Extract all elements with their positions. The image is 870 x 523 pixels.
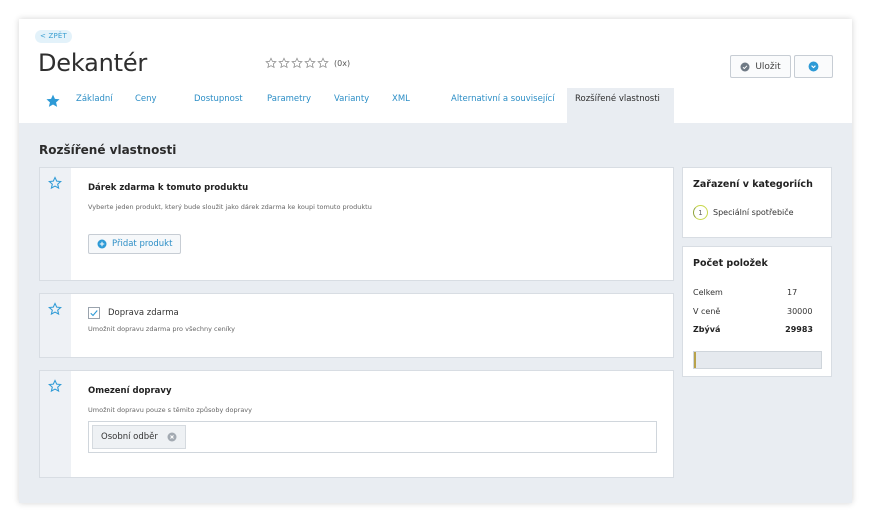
tab-ceny[interactable]: Ceny — [135, 88, 157, 123]
save-button-label: Uložit — [755, 61, 781, 72]
app-window: < ZPĚT Dekantér (0x) Uložit Základní Cen… — [19, 19, 852, 503]
stat-value: 29983 — [785, 325, 813, 334]
tab-xml[interactable]: XML — [392, 88, 410, 123]
rating-count: (0x) — [334, 58, 351, 68]
content-area: Rozšířené vlastnosti Dárek zdarma k tomu… — [19, 123, 852, 503]
remove-chip-icon[interactable] — [167, 432, 177, 442]
free-shipping-row: Doprava zdarma — [88, 307, 179, 319]
star-outline-icon[interactable] — [304, 57, 316, 69]
stat-label: Zbývá — [693, 325, 721, 334]
chip-label: Osobní odběr — [101, 432, 158, 442]
page-header: < ZPĚT Dekantér (0x) Uložit Základní Cen… — [19, 19, 852, 123]
tab-zakladni[interactable]: Základní — [76, 88, 113, 123]
item-count-title: Počet položek — [693, 258, 768, 269]
category-item[interactable]: 1 Speciální spotřebiče — [693, 205, 794, 220]
stat-value: 30000 — [787, 307, 813, 316]
free-shipping-description: Umožnit dopravu zdarma pro všechny ceník… — [88, 325, 235, 333]
tab-alternativni[interactable]: Alternativní a související — [451, 88, 555, 123]
star-outline-icon[interactable] — [48, 302, 62, 316]
shipping-limit-description: Umožnit dopravu pouze s těmito způsoby d… — [88, 406, 253, 414]
free-shipping-card: Doprava zdarma Umožnit dopravu zdarma pr… — [39, 293, 674, 358]
shipping-method-chip: Osobní odběr — [92, 425, 186, 449]
star-outline-icon[interactable] — [48, 379, 62, 393]
gift-description: Vyberte jeden produkt, který bude slouži… — [88, 203, 372, 211]
rating: (0x) — [265, 57, 350, 69]
gift-card: Dárek zdarma k tomuto produktu Vyberte j… — [39, 167, 674, 281]
save-button[interactable]: Uložit — [730, 55, 791, 78]
more-actions-button[interactable] — [794, 55, 833, 78]
shipping-methods-input[interactable]: Osobní odběr — [88, 421, 657, 453]
shipping-limit-title: Omezení dopravy — [88, 386, 172, 396]
star-outline-icon[interactable] — [265, 57, 277, 69]
star-outline-icon[interactable] — [317, 57, 329, 69]
back-button[interactable]: < ZPĚT — [35, 30, 73, 43]
page-title: Dekantér — [38, 49, 148, 77]
star-outline-icon[interactable] — [291, 57, 303, 69]
stat-row: Celkem 17 — [693, 288, 813, 297]
card-gutter — [40, 294, 71, 357]
stock-progress-bar — [693, 351, 822, 369]
add-product-button[interactable]: Přidat produkt — [88, 234, 182, 254]
category-label: Speciální spotřebiče — [713, 208, 794, 217]
section-title: Rozšířené vlastnosti — [39, 143, 177, 157]
tab-bar: Základní Ceny Dostupnost Parametry Varia… — [19, 88, 852, 123]
free-shipping-label: Doprava zdarma — [108, 308, 179, 318]
stat-row: Zbývá 29983 — [693, 325, 813, 334]
shipping-limit-card: Omezení dopravy Umožnit dopravu pouze s … — [39, 370, 674, 478]
card-gutter — [40, 168, 71, 280]
tab-varianty[interactable]: Varianty — [334, 88, 369, 123]
item-count-panel: Počet položek Celkem 17 V ceně 30000 Zbý… — [682, 246, 832, 377]
tab-parametry[interactable]: Parametry — [267, 88, 311, 123]
favorite-star-icon[interactable] — [45, 93, 61, 109]
chevron-down-circle-icon — [808, 61, 819, 72]
star-outline-icon[interactable] — [278, 57, 290, 69]
categories-panel: Zařazení v kategoriích 1 Speciální spotř… — [682, 167, 832, 238]
star-outline-icon[interactable] — [48, 176, 62, 190]
tab-rozsirene-vlastnosti[interactable]: Rozšířené vlastnosti — [567, 88, 674, 123]
checkmark-icon — [90, 310, 98, 317]
stat-label: V ceně — [693, 307, 721, 316]
add-product-label: Přidat produkt — [112, 239, 173, 249]
stat-row: V ceně 30000 — [693, 307, 813, 316]
check-circle-icon — [740, 62, 750, 71]
free-shipping-checkbox[interactable] — [88, 307, 100, 319]
stat-label: Celkem — [693, 288, 723, 297]
card-gutter — [40, 371, 71, 477]
stock-progress-fill — [694, 352, 696, 368]
categories-title: Zařazení v kategoriích — [693, 179, 813, 190]
tab-dostupnost[interactable]: Dostupnost — [194, 88, 243, 123]
plus-circle-icon — [97, 239, 107, 249]
category-number: 1 — [693, 205, 708, 220]
gift-title: Dárek zdarma k tomuto produktu — [88, 183, 249, 193]
stat-value: 17 — [787, 288, 798, 297]
